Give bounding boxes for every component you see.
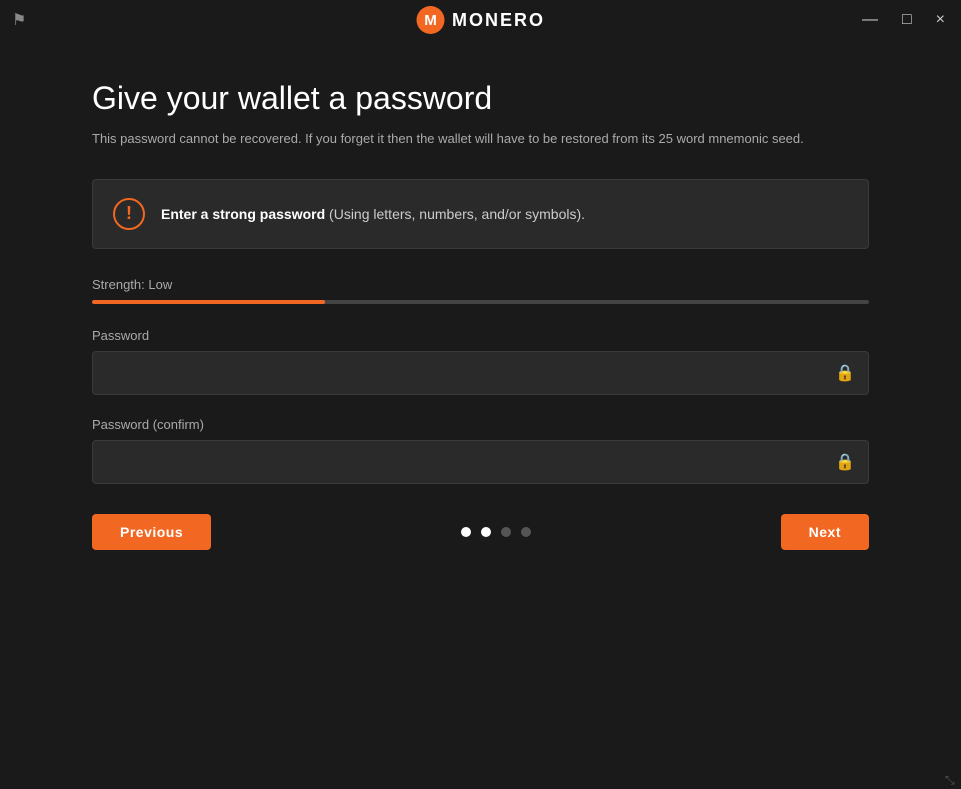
- app-title: MONERO: [452, 10, 545, 31]
- warning-icon: !: [113, 198, 145, 230]
- minimize-button[interactable]: —: [858, 8, 882, 32]
- navigation: Previous Next: [92, 514, 869, 550]
- alert-text-bold: Enter a strong password: [161, 206, 325, 222]
- password-confirm-field-wrapper: 🔒: [92, 440, 869, 484]
- password-confirm-label: Password (confirm): [92, 417, 869, 432]
- alert-text-normal: (Using letters, numbers, and/or symbols)…: [325, 206, 585, 222]
- dot-2: [481, 527, 491, 537]
- titlebar-center: M MONERO: [416, 6, 545, 34]
- dot-3: [501, 527, 511, 537]
- dot-4: [521, 527, 531, 537]
- strength-bar-fill: [92, 300, 325, 304]
- strength-bar-container: [92, 300, 869, 304]
- main-content: Give your wallet a password This passwor…: [0, 40, 961, 590]
- alert-text: Enter a strong password (Using letters, …: [161, 206, 585, 222]
- password-field-wrapper: 🔒: [92, 351, 869, 395]
- next-button[interactable]: Next: [781, 514, 869, 550]
- password-confirm-input[interactable]: [92, 440, 869, 484]
- page-title: Give your wallet a password: [92, 80, 869, 117]
- close-button[interactable]: ×: [932, 8, 949, 32]
- flag-icon: ⚑: [12, 10, 26, 30]
- lock-icon: 🔒: [835, 363, 855, 383]
- svg-text:M: M: [424, 12, 437, 29]
- titlebar-left: ⚑: [12, 10, 26, 30]
- page-description: This password cannot be recovered. If yo…: [92, 129, 852, 149]
- titlebar-controls: — □ ×: [858, 8, 949, 32]
- page-dots: [461, 527, 531, 537]
- dot-1: [461, 527, 471, 537]
- password-label: Password: [92, 328, 869, 343]
- resize-handle-icon[interactable]: ⤡: [945, 773, 957, 785]
- monero-logo-icon: M: [416, 6, 444, 34]
- titlebar: ⚑ M MONERO — □ ×: [0, 0, 961, 40]
- password-input[interactable]: [92, 351, 869, 395]
- lock-confirm-icon: 🔒: [835, 452, 855, 472]
- strength-label: Strength: Low: [92, 277, 869, 292]
- maximize-button[interactable]: □: [898, 8, 916, 32]
- previous-button[interactable]: Previous: [92, 514, 211, 550]
- alert-box: ! Enter a strong password (Using letters…: [92, 179, 869, 249]
